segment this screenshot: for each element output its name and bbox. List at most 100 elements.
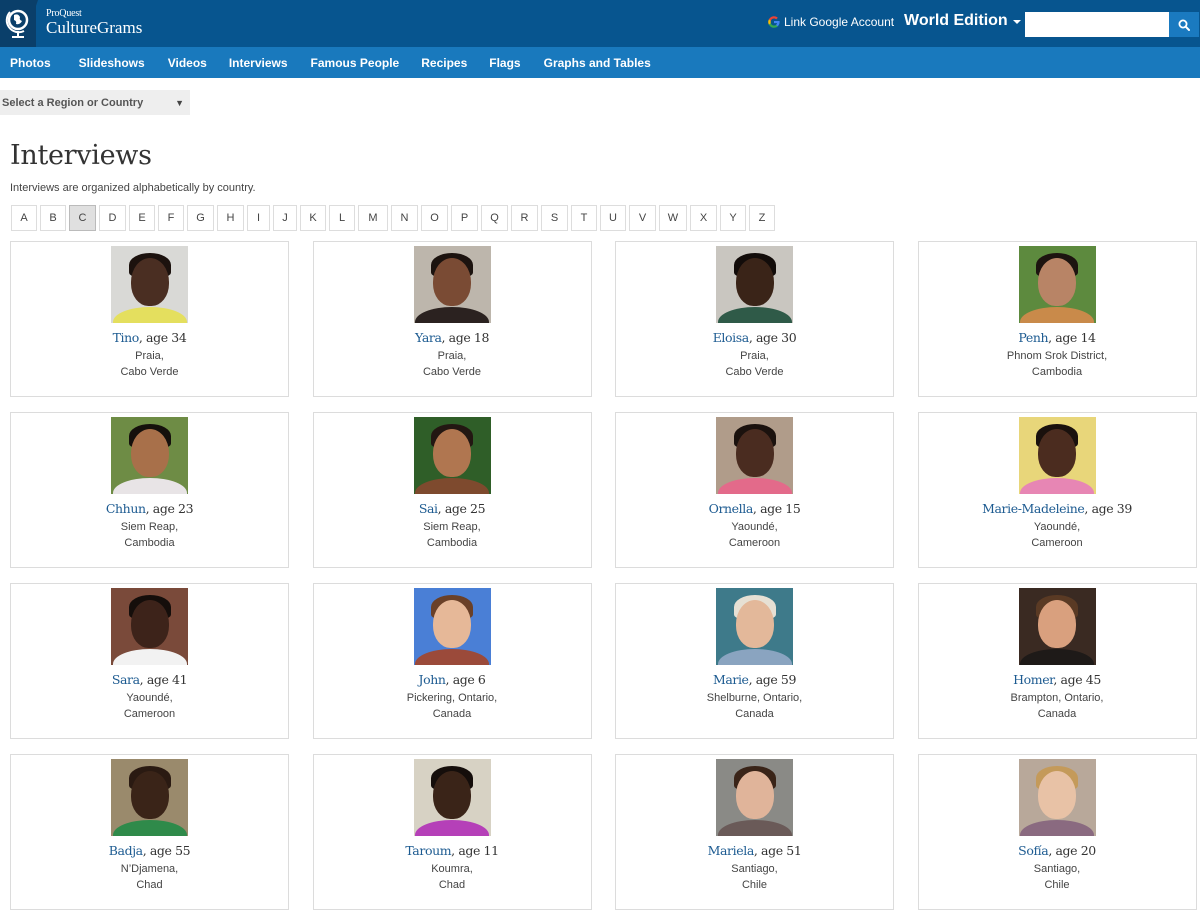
interview-card[interactable]: Marie-Madeleine, age 39 Yaoundé, Cameroon	[917, 412, 1197, 568]
nav-photos[interactable]: Photos	[0, 56, 61, 70]
letter-x-button[interactable]: X	[690, 205, 717, 231]
person-photo[interactable]	[111, 417, 188, 494]
person-title: John, age 6	[419, 672, 486, 687]
person-photo[interactable]	[413, 417, 491, 494]
letter-c-button[interactable]: C	[69, 205, 96, 231]
person-name-link[interactable]: Chhun	[106, 501, 146, 516]
nav-graphs-and-tables[interactable]: Graphs and Tables	[531, 56, 661, 70]
interview-card[interactable]: Sai, age 25 Siem Reap, Cambodia	[312, 412, 592, 568]
person-photo[interactable]	[716, 246, 793, 323]
nav-famous-people[interactable]: Famous People	[298, 56, 410, 70]
search-input[interactable]	[1025, 12, 1169, 37]
letter-u-button[interactable]: U	[600, 205, 626, 231]
letter-q-button[interactable]: Q	[481, 205, 508, 231]
letter-k-button[interactable]: K	[300, 205, 326, 231]
letter-f-button[interactable]: F	[158, 205, 184, 231]
region-country-select[interactable]: Select a Region or Country ▼	[0, 90, 190, 115]
letter-n-button[interactable]: N	[391, 205, 418, 231]
letter-s-button[interactable]: S	[541, 205, 568, 231]
photo-body-shape	[112, 649, 187, 665]
interview-card[interactable]: Yara, age 18 Praia, Cabo Verde	[312, 241, 592, 397]
person-name-link[interactable]: Sofía	[1018, 843, 1049, 858]
person-title: Penh, age 14	[1018, 330, 1096, 345]
brand-logo[interactable]: ProQuest CultureGrams	[46, 9, 142, 37]
letter-b-button[interactable]: B	[40, 205, 66, 231]
person-photo[interactable]	[413, 759, 491, 836]
person-photo[interactable]	[716, 588, 793, 665]
link-google-account[interactable]: Link Google Account	[768, 15, 894, 29]
interview-card[interactable]: Ornella, age 15 Yaoundé, Cameroon	[615, 412, 894, 568]
person-age: , age 6	[445, 672, 486, 687]
letter-v-button[interactable]: V	[629, 205, 656, 231]
person-name-link[interactable]: Badja	[109, 843, 143, 858]
letter-d-button[interactable]: D	[99, 205, 126, 231]
interview-card[interactable]: Sofía, age 20 Santiago, Chile	[917, 754, 1197, 910]
photo-body-shape	[717, 307, 792, 323]
letter-a-button[interactable]: A	[11, 205, 37, 231]
letter-w-button[interactable]: W	[659, 205, 687, 231]
person-photo[interactable]	[413, 246, 491, 323]
letter-i-button[interactable]: I	[247, 205, 270, 231]
letter-y-button[interactable]: Y	[720, 205, 746, 231]
person-photo[interactable]	[111, 759, 188, 836]
search-button[interactable]	[1169, 12, 1199, 37]
edition-dropdown[interactable]: World Edition	[904, 12, 1021, 30]
globe-logo-icon[interactable]	[5, 8, 31, 40]
letter-p-button[interactable]: P	[451, 205, 478, 231]
top-header: ProQuest CultureGrams Link Google Accoun…	[0, 0, 1200, 47]
interview-card[interactable]: Marie, age 59 Shelburne, Ontario, Canada	[615, 583, 894, 739]
letter-l-button[interactable]: L	[329, 205, 355, 231]
person-name-link[interactable]: Sara	[112, 672, 140, 687]
person-name-link[interactable]: Eloisa	[713, 330, 750, 345]
person-age: , age 39	[1084, 501, 1132, 516]
person-name-link[interactable]: Tino	[113, 330, 140, 345]
person-name-link[interactable]: Mariela	[708, 843, 755, 858]
person-name-link[interactable]: Marie-Madeleine	[982, 501, 1085, 516]
interview-card[interactable]: Homer, age 45 Brampton, Ontario, Canada	[917, 583, 1197, 739]
person-photo[interactable]	[1018, 417, 1096, 494]
interview-card[interactable]: Eloisa, age 30 Praia, Cabo Verde	[615, 241, 894, 397]
person-photo[interactable]	[1018, 246, 1096, 323]
person-photo[interactable]	[413, 588, 491, 665]
person-photo[interactable]	[111, 246, 188, 323]
interview-card[interactable]: John, age 6 Pickering, Ontario, Canada	[312, 583, 592, 739]
person-name-link[interactable]: Homer	[1013, 672, 1054, 687]
interview-card[interactable]: Mariela, age 51 Santiago, Chile	[615, 754, 894, 910]
letter-z-button[interactable]: Z	[749, 205, 775, 231]
interview-card[interactable]: Tino, age 34 Praia, Cabo Verde	[10, 241, 289, 397]
person-name-link[interactable]: Ornella	[709, 501, 754, 516]
letter-t-button[interactable]: T	[571, 205, 597, 231]
person-photo[interactable]	[716, 417, 793, 494]
interview-card[interactable]: Badja, age 55 N’Djamena, Chad	[10, 754, 289, 910]
nav-flags[interactable]: Flags	[477, 56, 530, 70]
letter-g-button[interactable]: G	[187, 205, 214, 231]
interviews-grid: Tino, age 34 Praia, Cabo Verde Yara, age 18…	[10, 241, 1197, 910]
interview-card[interactable]: Sara, age 41 Yaoundé, Cameroon	[10, 583, 289, 739]
interview-card[interactable]: Chhun, age 23 Siem Reap, Cambodia	[10, 412, 289, 568]
person-name-link[interactable]: John	[419, 672, 446, 687]
interview-card[interactable]: Penh, age 14 Phnom Srok District, Cambodia	[917, 241, 1197, 397]
nav-slideshows[interactable]: Slideshows	[61, 56, 155, 70]
letter-e-button[interactable]: E	[129, 205, 155, 231]
person-name-link[interactable]: Penh	[1018, 330, 1048, 345]
person-photo[interactable]	[111, 588, 188, 665]
interview-card[interactable]: Taroum, age 11 Koumra, Chad	[312, 754, 592, 910]
nav-videos[interactable]: Videos	[155, 56, 217, 70]
nav-interviews[interactable]: Interviews	[217, 56, 298, 70]
person-name-link[interactable]: Sai	[419, 501, 438, 516]
person-name-link[interactable]: Marie	[713, 672, 749, 687]
person-name-link[interactable]: Yara	[415, 330, 442, 345]
letter-j-button[interactable]: J	[273, 205, 297, 231]
page-subtitle: Interviews are organized alphabetically …	[10, 182, 256, 194]
person-name-link[interactable]: Taroum	[405, 843, 451, 858]
letter-m-button[interactable]: M	[358, 205, 388, 231]
person-photo[interactable]	[1018, 759, 1096, 836]
letter-r-button[interactable]: R	[511, 205, 538, 231]
person-photo[interactable]	[1018, 588, 1096, 665]
person-age: , age 51	[753, 843, 802, 858]
letter-h-button[interactable]: H	[217, 205, 244, 231]
letter-o-button[interactable]: O	[421, 205, 448, 231]
person-photo[interactable]	[716, 759, 793, 836]
nav-recipes[interactable]: Recipes	[409, 56, 477, 70]
photo-face-shape	[1038, 429, 1076, 477]
